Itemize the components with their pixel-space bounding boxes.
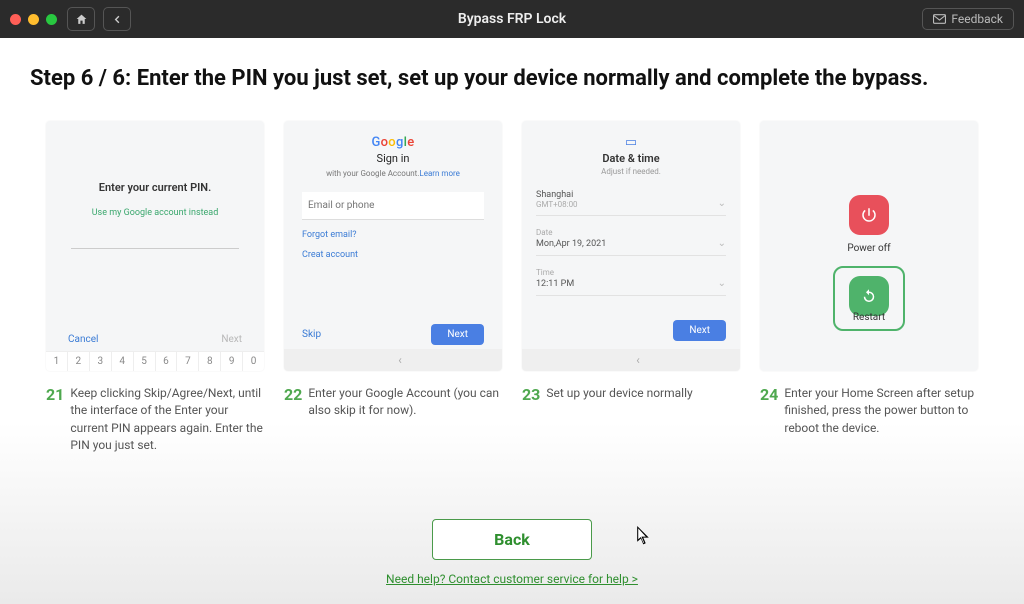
date-label: Date — [536, 228, 606, 237]
window-controls — [10, 14, 57, 25]
step-caption: 23 Set up your device normally — [522, 385, 740, 404]
key-9: 9 — [221, 351, 243, 371]
key-6: 6 — [156, 351, 178, 371]
key-2: 2 — [68, 351, 90, 371]
key-3: 3 — [90, 351, 112, 371]
step-number: 23 — [522, 385, 540, 404]
feedback-button[interactable]: Feedback — [922, 8, 1014, 30]
time-field: Time 12:11 PM ⌄ — [536, 268, 726, 296]
step-caption: 22 Enter your Google Account (you can al… — [284, 385, 502, 420]
tz-field: Shanghai GMT+08:00 ⌄ — [536, 188, 726, 216]
pin-next: Next — [221, 334, 242, 345]
pin-alt-link: Use my Google account instead — [46, 208, 264, 218]
poweroff-button-graphic — [849, 195, 889, 235]
google-create-account: Creat account — [302, 250, 484, 260]
chevron-left-icon: ‹ — [398, 353, 402, 367]
chevron-left-icon: ‹ — [636, 353, 640, 367]
pin-cancel: Cancel — [68, 334, 98, 345]
step-caption: 24 Enter your Home Screen after setup fi… — [760, 385, 978, 437]
chevron-left-icon — [112, 14, 123, 25]
step-number: 21 — [46, 385, 64, 455]
key-5: 5 — [134, 351, 156, 371]
google-signin-sub: with your Google Account.Learn more — [302, 169, 484, 178]
bottom-bar: Back Need help? Contact customer service… — [0, 519, 1024, 586]
step-text: Enter your Home Screen after setup finis… — [784, 385, 978, 437]
chevron-down-icon: ⌄ — [718, 278, 726, 289]
titlebar: Bypass FRP Lock Feedback — [0, 0, 1024, 38]
feedback-label: Feedback — [951, 12, 1003, 26]
minimize-window-dot[interactable] — [28, 14, 39, 25]
pin-bottom-row: Cancel Next — [46, 334, 264, 345]
google-signin-title: Sign in — [302, 152, 484, 165]
date-field: Date Mon,Apr 19, 2021 ⌄ — [536, 228, 726, 256]
close-window-dot[interactable] — [10, 14, 21, 25]
datetime-next: Next — [673, 320, 726, 341]
step-col-21: Enter your current PIN. Use my Google ac… — [46, 121, 264, 455]
step-text: Keep clicking Skip/Agree/Next, until the… — [70, 385, 264, 455]
step-col-23: ▭ Date & time Adjust if needed. Shanghai… — [522, 121, 740, 455]
time-value: 12:11 PM — [536, 279, 574, 289]
step-text: Set up your device normally — [546, 385, 692, 404]
step-number: 22 — [284, 385, 302, 420]
step-text: Enter your Google Account (you can also … — [308, 385, 502, 420]
mail-icon — [933, 14, 946, 24]
tz-offset: GMT+08:00 — [536, 200, 578, 209]
key-8: 8 — [199, 351, 221, 371]
step-col-24: Power off Restart 24 Enter your Home Scr… — [760, 121, 978, 455]
step-number: 24 — [760, 385, 778, 437]
restart-highlight: Restart — [833, 266, 905, 331]
chevron-down-icon: ⌄ — [718, 198, 726, 209]
nav-bar: ‹ — [284, 349, 502, 371]
google-email-input — [302, 192, 484, 220]
google-next: Next — [431, 324, 484, 345]
home-button[interactable] — [67, 7, 95, 31]
help-link[interactable]: Need help? Contact customer service for … — [386, 572, 638, 586]
key-0: 0 — [243, 351, 264, 371]
datetime-sub: Adjust if needed. — [536, 167, 726, 176]
key-1: 1 — [46, 351, 68, 371]
pin-title: Enter your current PIN. — [46, 181, 264, 194]
screenshots-row: Enter your current PIN. Use my Google ac… — [30, 121, 994, 455]
power-icon — [860, 206, 878, 224]
back-button[interactable]: Back — [432, 519, 592, 560]
google-skip: Skip — [302, 329, 321, 340]
home-icon — [75, 13, 88, 26]
google-forgot-email: Forgot email? — [302, 230, 484, 240]
phone-mock-google: Google Sign in with your Google Account.… — [284, 121, 502, 371]
key-7: 7 — [177, 351, 199, 371]
google-logo: Google — [302, 135, 484, 150]
pin-input-line — [71, 248, 239, 249]
phone-mock-datetime: ▭ Date & time Adjust if needed. Shanghai… — [522, 121, 740, 371]
key-4: 4 — [112, 351, 134, 371]
step-heading: Step 6 / 6: Enter the PIN you just set, … — [30, 66, 994, 91]
calendar-icon: ▭ — [536, 135, 726, 150]
fullscreen-window-dot[interactable] — [46, 14, 57, 25]
phone-mock-power: Power off Restart — [760, 121, 978, 371]
step-caption: 21 Keep clicking Skip/Agree/Next, until … — [46, 385, 264, 455]
google-footer: Skip Next — [284, 324, 502, 345]
app-window: Bypass FRP Lock Feedback Step 6 / 6: Ent… — [0, 0, 1024, 604]
restart-button-graphic — [849, 276, 889, 316]
date-value: Mon,Apr 19, 2021 — [536, 239, 606, 249]
content-area: Step 6 / 6: Enter the PIN you just set, … — [0, 38, 1024, 455]
pin-keypad: 1 2 3 4 5 6 7 8 9 0 — [46, 351, 264, 371]
nav-bar: ‹ — [522, 349, 740, 371]
tz-city: Shanghai — [536, 190, 578, 200]
poweroff-label: Power off — [847, 243, 890, 254]
restart-icon — [860, 287, 878, 305]
chevron-down-icon: ⌄ — [718, 238, 726, 249]
step-col-22: Google Sign in with your Google Account.… — [284, 121, 502, 455]
time-label: Time — [536, 268, 574, 277]
phone-mock-pin: Enter your current PIN. Use my Google ac… — [46, 121, 264, 371]
restart-label: Restart — [853, 312, 885, 323]
back-nav-button[interactable] — [103, 7, 131, 31]
datetime-title: Date & time — [536, 152, 726, 165]
window-title: Bypass FRP Lock — [0, 11, 1024, 27]
